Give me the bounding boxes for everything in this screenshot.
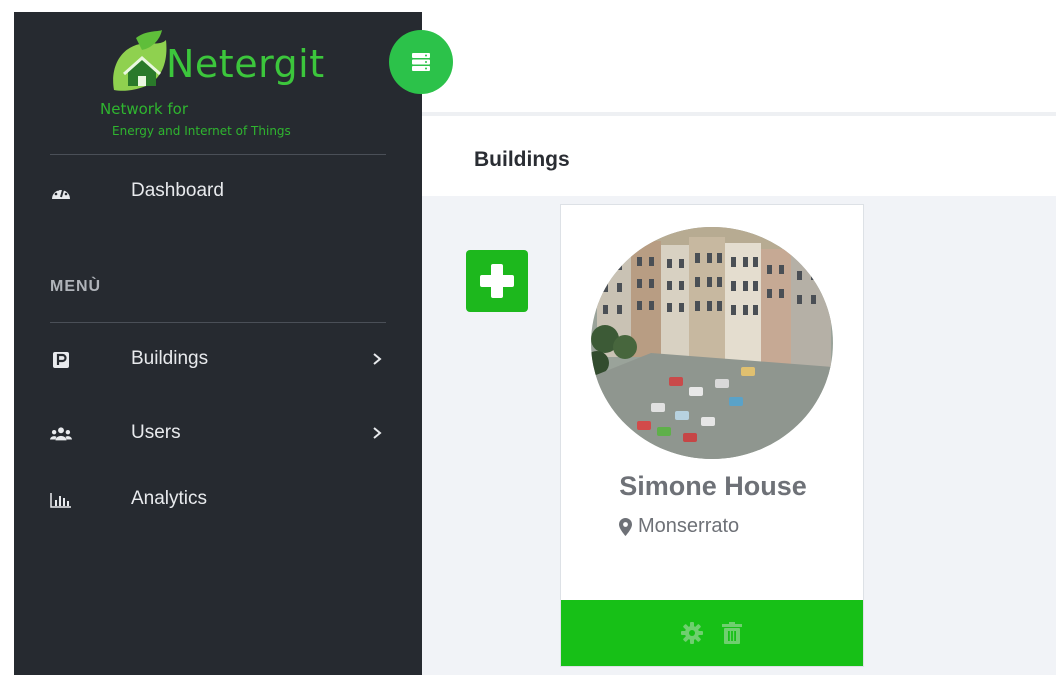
sidebar-item-dashboard[interactable]: Dashboard (14, 172, 422, 212)
sidebar-item-label: Dashboard (131, 180, 224, 201)
building-location-text: Monserrato (638, 515, 740, 537)
sidebar-toggle-button[interactable] (389, 30, 453, 94)
plus-icon (480, 264, 514, 298)
divider (50, 154, 386, 155)
settings-icon[interactable] (680, 621, 704, 645)
brand-subtitle-line2: Energy and Internet of Things (112, 124, 291, 138)
chevron-right-icon (373, 353, 382, 365)
brand-name: Netergit (166, 42, 325, 86)
content-area: Simone House Monserrato (422, 196, 1056, 675)
card-actions (561, 600, 863, 666)
server-icon (412, 53, 430, 71)
building-name: Simone House (619, 471, 807, 501)
sidebar-item-buildings[interactable]: Buildings (14, 340, 422, 380)
sidebar-item-users[interactable]: Users (14, 414, 422, 454)
map-marker-icon (619, 517, 632, 536)
building-card[interactable]: Simone House Monserrato (560, 204, 864, 667)
sidebar: Netergit Network for Energy and Internet… (14, 12, 422, 675)
building-photo (591, 227, 833, 459)
divider (50, 322, 386, 323)
bar-chart-icon (50, 490, 72, 510)
users-icon (50, 424, 72, 444)
sidebar-item-label: Analytics (131, 488, 208, 509)
trash-icon[interactable] (720, 621, 744, 645)
building-location: Monserrato (619, 515, 739, 538)
parking-icon (50, 350, 72, 370)
top-bar (422, 0, 1056, 116)
tachometer-icon (50, 182, 72, 202)
page-header: Buildings (422, 120, 1056, 196)
add-building-button[interactable] (466, 250, 528, 312)
brand-logo[interactable]: Netergit Network for Energy and Internet… (14, 12, 422, 154)
app-frame: Netergit Network for Energy and Internet… (0, 0, 1056, 675)
page-title: Buildings (474, 148, 570, 171)
sidebar-item-label: Users (131, 422, 181, 443)
brand-subtitle-line1: Network for (100, 100, 189, 118)
chevron-right-icon (373, 427, 382, 439)
sidebar-item-analytics[interactable]: Analytics (14, 480, 422, 520)
menu-heading: MENÙ (50, 278, 102, 295)
sidebar-item-label: Buildings (131, 348, 209, 369)
